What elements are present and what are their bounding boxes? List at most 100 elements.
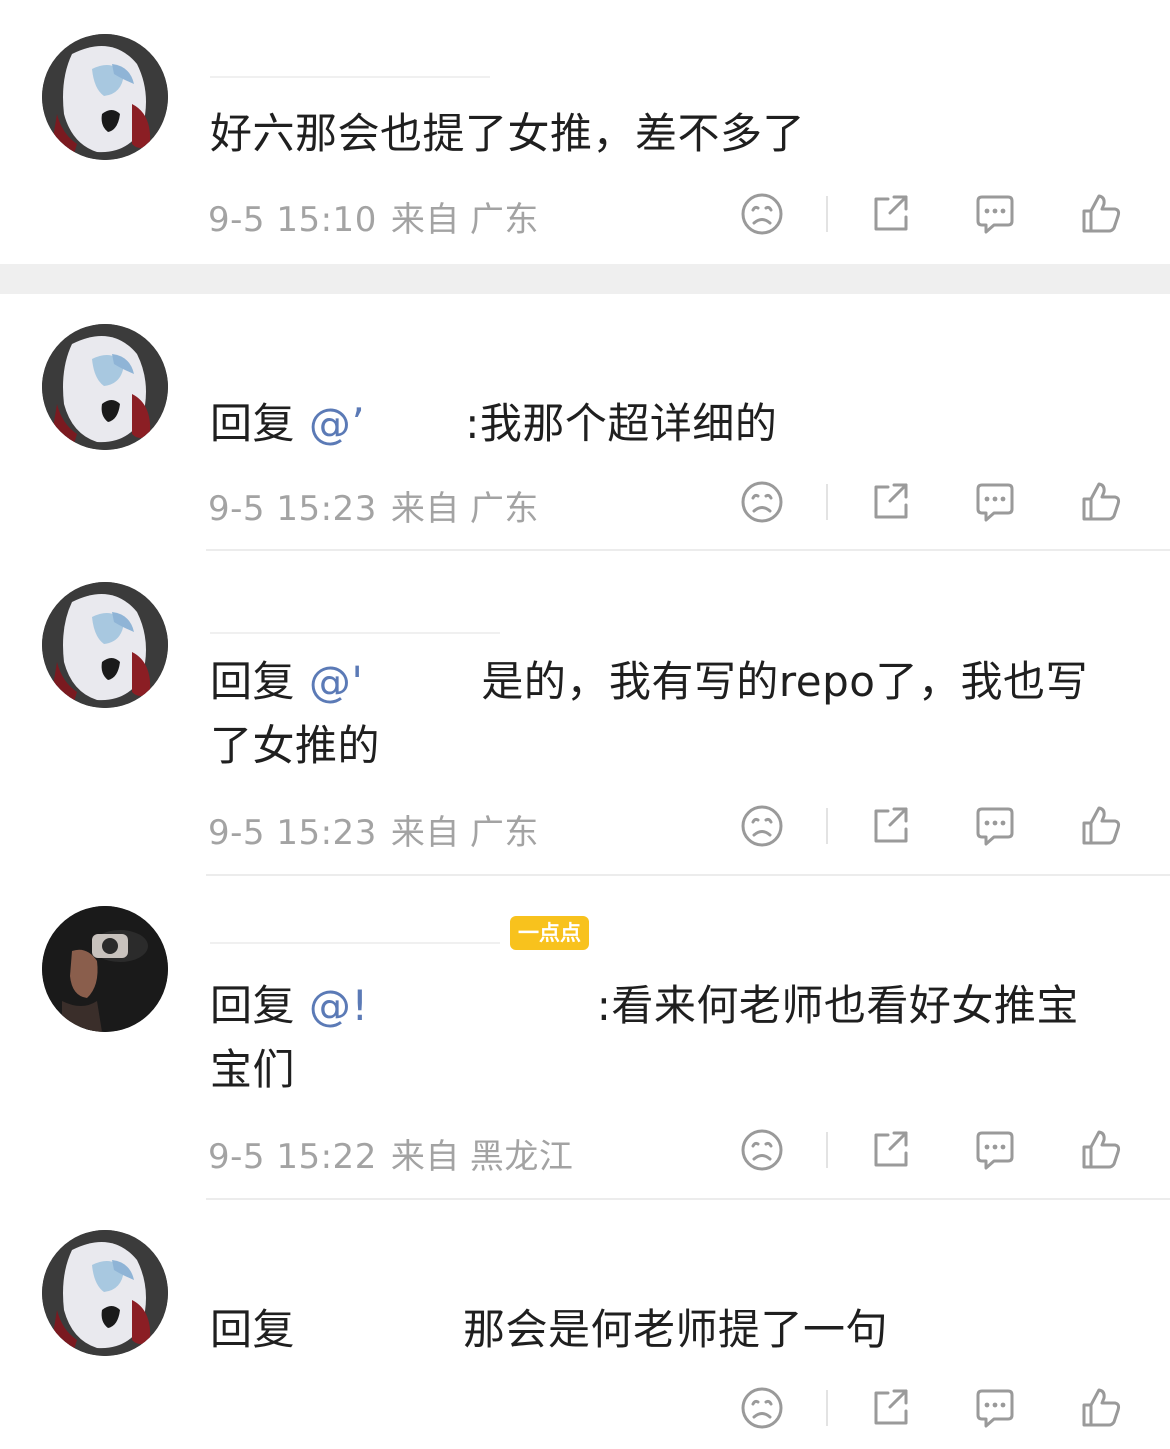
share-button[interactable] — [861, 184, 921, 244]
comment-text: 好六那会也提了女推，差不多了 — [210, 102, 1110, 166]
section-divider — [0, 264, 1170, 294]
sad-face-icon — [739, 803, 785, 849]
comment-icon — [972, 1385, 1018, 1431]
reply-button[interactable] — [965, 1378, 1025, 1438]
like-icon — [1078, 1385, 1124, 1431]
reply-button[interactable] — [965, 184, 1025, 244]
like-button[interactable] — [1071, 472, 1131, 532]
dislike-button[interactable] — [732, 1378, 792, 1438]
row-divider — [206, 1198, 1170, 1200]
comment-time: 9-5 15:22 — [208, 1137, 377, 1177]
comment-text: 回复 @’ :我那个超详细的 — [210, 392, 1110, 456]
comment-time: 9-5 15:23 — [208, 489, 377, 529]
mention-link[interactable]: @! — [309, 981, 369, 1030]
redaction-bar — [210, 632, 500, 634]
share-button[interactable] — [861, 796, 921, 856]
ultraman-avatar-icon — [42, 34, 168, 160]
avatar[interactable] — [42, 324, 168, 450]
row-divider — [206, 549, 1170, 551]
like-button[interactable] — [1071, 1120, 1131, 1180]
source-prefix: 来自 — [390, 489, 460, 529]
share-icon — [868, 1385, 914, 1431]
username-redacted[interactable] — [210, 630, 500, 636]
share-icon — [868, 1127, 914, 1173]
like-button[interactable] — [1071, 1378, 1131, 1438]
comment-body: :我那个超详细的 — [465, 399, 778, 448]
fan-badge[interactable]: 一点点 — [510, 916, 589, 950]
like-button[interactable] — [1071, 184, 1131, 244]
share-icon — [868, 479, 914, 525]
source-prefix: 来自 — [390, 200, 460, 240]
mention-link[interactable]: @' — [309, 657, 364, 706]
dislike-button[interactable] — [732, 1120, 792, 1180]
comment-body: 好六那会也提了女推，差不多了 — [210, 109, 806, 158]
reply-label: 回复 — [210, 1305, 296, 1354]
redaction-bar — [210, 942, 500, 944]
action-bar — [730, 796, 1140, 856]
share-button[interactable] — [861, 1120, 921, 1180]
dislike-button[interactable] — [732, 472, 792, 532]
action-divider — [826, 808, 828, 844]
like-icon — [1078, 191, 1124, 237]
comment-meta: 9-5 15:23 来自 广东 — [208, 481, 553, 530]
avatar[interactable] — [42, 1230, 168, 1356]
sad-face-icon — [739, 1127, 785, 1173]
comment-time: 9-5 15:10 — [208, 200, 377, 240]
sad-face-icon — [739, 1385, 785, 1431]
comment-icon — [972, 1127, 1018, 1173]
like-icon — [1078, 803, 1124, 849]
reply-label: 回复 — [210, 399, 296, 448]
comment-text: 回复 那会是何老师提了一句 — [210, 1298, 1110, 1362]
action-divider — [826, 484, 828, 520]
comment-location: 广东 — [469, 489, 539, 529]
row-divider — [206, 874, 1170, 876]
comment-meta: 9-5 15:10 来自 广东 — [208, 192, 553, 241]
comment-location: 黑龙江 — [469, 1137, 574, 1177]
username-redacted[interactable] — [210, 74, 490, 80]
avatar[interactable] — [42, 906, 168, 1032]
comment-text: 回复 @!:看来何老师也看好女推宝宝们 — [210, 974, 1110, 1102]
like-icon — [1078, 1127, 1124, 1173]
share-button[interactable] — [861, 1378, 921, 1438]
comment-body: 那会是何老师提了一句 — [463, 1305, 889, 1354]
ultraman-avatar-icon — [42, 1230, 168, 1356]
action-divider — [826, 1132, 828, 1168]
reply-label: 回复 — [210, 981, 296, 1030]
reply-button[interactable] — [965, 472, 1025, 532]
reply-label: 回复 — [210, 657, 296, 706]
comment-icon — [972, 803, 1018, 849]
action-divider — [826, 196, 828, 232]
action-divider — [826, 1390, 828, 1426]
comment-text: 回复 @' 是的，我有写的repo了，我也写了女推的 — [210, 650, 1110, 778]
like-button[interactable] — [1071, 796, 1131, 856]
mention-link[interactable]: @’ — [309, 399, 365, 448]
ultraman-avatar-icon — [42, 324, 168, 450]
username-redacted[interactable] — [210, 940, 500, 946]
action-bar — [730, 184, 1140, 244]
comment-meta: 9-5 15:22 来自 黑龙江 — [208, 1129, 587, 1178]
comment-meta: 9-5 15:23 来自 广东 — [208, 805, 553, 854]
sad-face-icon — [739, 191, 785, 237]
source-prefix: 来自 — [390, 1137, 460, 1177]
share-icon — [868, 191, 914, 237]
reply-button[interactable] — [965, 796, 1025, 856]
dislike-button[interactable] — [732, 796, 792, 856]
reply-button[interactable] — [965, 1120, 1025, 1180]
comment-time: 9-5 15:23 — [208, 813, 377, 853]
comment-location: 广东 — [469, 813, 539, 853]
dislike-button[interactable] — [732, 184, 792, 244]
action-bar — [730, 1120, 1140, 1180]
share-icon — [868, 803, 914, 849]
share-button[interactable] — [861, 472, 921, 532]
comment-icon — [972, 479, 1018, 525]
avatar[interactable] — [42, 582, 168, 708]
action-bar — [730, 1378, 1140, 1438]
source-prefix: 来自 — [390, 813, 460, 853]
avatar[interactable] — [42, 34, 168, 160]
dark-camera-avatar-icon — [42, 906, 168, 1032]
comment-location: 广东 — [469, 200, 539, 240]
redaction-bar — [210, 76, 490, 78]
sad-face-icon — [739, 479, 785, 525]
comment-icon — [972, 191, 1018, 237]
action-bar — [730, 472, 1140, 532]
